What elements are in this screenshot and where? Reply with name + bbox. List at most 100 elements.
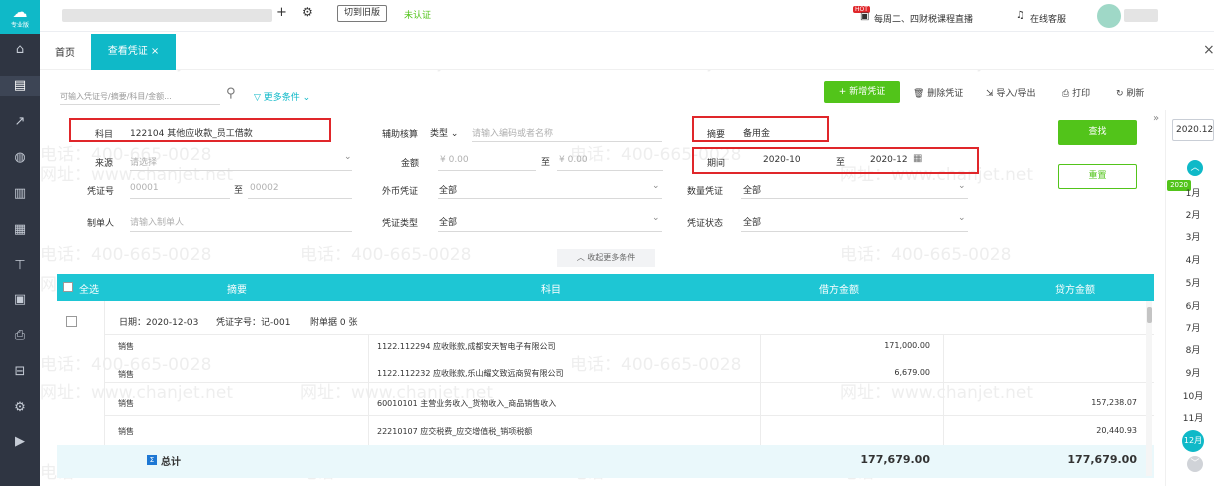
refresh-icon: ↻ [1116,89,1127,99]
voucher-no-from-input[interactable]: 00001 [130,183,159,193]
select-all-checkbox[interactable] [63,282,73,292]
voucher-type-select[interactable]: 全部 [439,215,457,228]
voucher-checkbox[interactable] [66,316,77,327]
report-icon[interactable]: ▣ [0,290,40,310]
search-icon[interactable]: ⚲ [226,86,236,101]
collapse-conditions-button[interactable]: ︿ 收起更多条件 [557,249,655,267]
collapse-conditions-label: 收起更多条件 [587,253,636,262]
month-item[interactable]: 9月 [1178,366,1208,379]
online-service-link[interactable]: 在线客服 [1030,12,1066,25]
input-underline [438,198,662,199]
print-button[interactable]: ⎙ 打印 [1062,86,1090,99]
archive-icon[interactable]: ⊟ [0,362,40,382]
total-icon: Σ [147,455,157,465]
trash-icon: 🗑 [913,89,928,99]
filter-icon: ▽ [254,93,264,103]
month-item[interactable]: 8月 [1178,343,1208,356]
maker-input[interactable]: 请输入制单人 [130,215,184,228]
brand-logo[interactable]: ☁ 专业版 [0,0,40,34]
avatar[interactable] [1097,4,1121,28]
input-underline [438,231,662,232]
delete-voucher-button[interactable]: 🗑 删除凭证 [913,86,963,99]
row-debit: 6,679.00 [894,368,930,377]
month-item[interactable]: 11月 [1178,411,1208,424]
input-underline [130,170,352,171]
home-icon[interactable]: ⌂ [0,40,40,60]
add-icon[interactable]: + [276,5,287,20]
search-button[interactable]: 查找 [1058,120,1137,145]
chevron-down-icon: ⌄ [652,213,660,223]
blurred-user-name [1124,9,1158,22]
header-credit: 贷方金额 [1055,285,1095,296]
add-voucher-button[interactable]: + 新增凭证 [824,81,900,103]
select-all-label: 全选 [79,285,99,296]
auth-status-badge[interactable]: 未认证 [404,8,431,21]
amount-from-input[interactable]: ¥ 0.00 [440,155,469,165]
watermark-phone: 电话：400-665-0028 [570,355,742,375]
switch-old-version-button[interactable]: 切到旧版 [337,5,388,22]
reset-button[interactable]: 重置 [1058,164,1137,189]
month-item[interactable]: 2月 [1178,208,1208,221]
voucher-date: 日期：2020-12-03 [119,318,199,328]
more-conditions-toggle[interactable]: ▽ 更多条件 ⌄ [254,90,310,103]
header-debit: 借方金额 [819,285,859,296]
column-divider [943,334,944,445]
month-item-selected[interactable]: 12月 [1182,430,1204,452]
row-summary: 销售 [118,427,134,436]
month-item[interactable]: 10月 [1178,389,1208,402]
voucher-status-select[interactable]: 全部 [743,215,761,228]
voucher-type-label: 凭证类型 [382,219,419,229]
fx-voucher-select[interactable]: 全部 [439,183,457,196]
input-underline [130,198,230,199]
month-item[interactable]: 6月 [1178,299,1208,312]
month-item[interactable]: 5月 [1178,276,1208,289]
search-input[interactable]: 可输入凭证号/摘要/科目/金额... [60,88,220,105]
aux-code-input[interactable]: 请输入编码或者名称 [472,126,553,139]
scroll-down-icon[interactable]: ﹀ [1187,456,1203,472]
tab-bar [40,32,1214,70]
row-divider [105,334,1154,335]
live-course-link[interactable]: 每周二、四财税课程直播 [874,12,973,25]
row-account: 60010101 主营业务收入_货物收入_商品销售收入 [377,399,557,408]
period-input[interactable]: 2020.12 [1172,119,1214,141]
tab-view-voucher[interactable]: 查看凭证 × [91,34,176,70]
refresh-button[interactable]: ↻ 刷新 [1116,86,1144,99]
voucher-number[interactable]: 凭证字号：记-001 [216,315,290,328]
document-icon[interactable]: ▦ [0,220,40,240]
month-item[interactable]: 4月 [1178,253,1208,266]
money-bag-icon[interactable]: ◍ [0,148,40,168]
import-export-button[interactable]: ⇲ 导入/导出 [986,86,1035,99]
close-window-icon[interactable]: × [1203,42,1214,58]
voucher-attachments: 附单据 0 张 [310,318,358,328]
more-conditions-label: 更多条件 [263,93,300,103]
print-icon[interactable]: ⎙ [0,326,40,346]
scrollbar-thumb[interactable] [1147,307,1152,323]
tax-icon[interactable]: ⊤ [0,256,40,276]
qty-voucher-select[interactable]: 全部 [743,183,761,196]
voucher-icon[interactable]: ▤ [0,76,40,96]
chevron-down-icon: ⌄ [652,181,660,191]
table-scrollbar[interactable] [1146,301,1152,476]
highlight-box-account [69,118,331,142]
month-item[interactable]: 7月 [1178,321,1208,334]
month-item[interactable]: 1月 [1178,186,1208,199]
delete-voucher-label: 删除凭证 [927,89,964,99]
source-select[interactable]: 请选择 [130,155,157,168]
tab-home[interactable]: 首页 [55,44,75,59]
close-icon[interactable]: × [151,46,159,57]
amount-to-input[interactable]: ¥ 0.00 [559,155,588,165]
highlight-box-period [692,147,979,174]
aux-type-select[interactable]: 类型 ⌄ [430,126,458,139]
month-item[interactable]: 3月 [1178,230,1208,243]
highlight-box-summary [692,116,829,142]
gear-icon[interactable]: ⚙ [302,5,313,19]
ledger-icon[interactable]: ▥ [0,184,40,204]
input-underline [248,198,352,199]
expand-panel-icon[interactable]: » [1153,113,1165,129]
scroll-up-icon[interactable]: ︿ [1187,160,1203,176]
voucher-no-to-input[interactable]: 00002 [250,183,279,193]
settings-icon[interactable]: ⚙ [0,398,40,418]
chart-icon[interactable]: ↗ [0,112,40,132]
video-icon[interactable]: ▶ [0,432,40,452]
row-credit: 157,238.07 [1091,398,1137,407]
